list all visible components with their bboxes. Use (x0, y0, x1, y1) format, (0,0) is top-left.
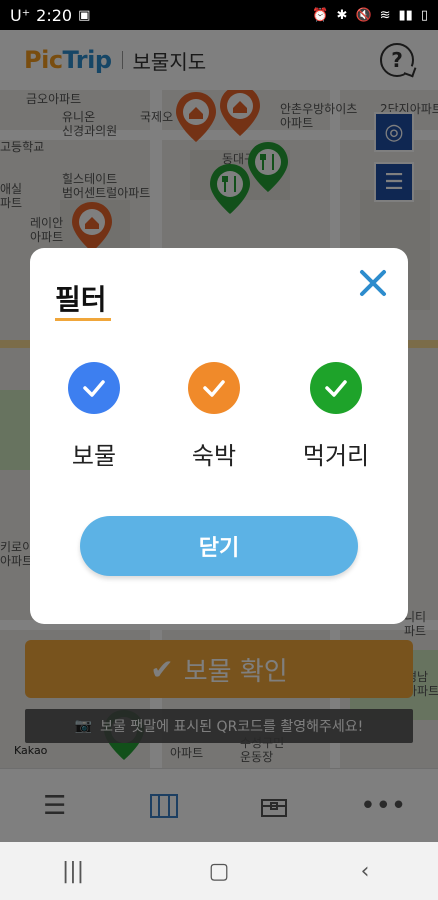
dialog-close-button[interactable]: 닫기 (80, 516, 358, 576)
filter-label-food: 먹거리 (302, 442, 370, 470)
lodging-check-icon[interactable] (188, 362, 240, 414)
treasure-check-icon[interactable] (68, 362, 120, 414)
status-time: 2:20 (36, 5, 73, 25)
home-icon[interactable]: ▢ (189, 851, 249, 891)
system-nav: ||| ▢ ‹ (0, 842, 438, 900)
signal-icon: ▮▮ (398, 7, 413, 23)
filter-label-lodging: 숙박 (191, 442, 237, 470)
image-notification-icon: ▣ (78, 7, 91, 23)
title-underline (55, 318, 111, 321)
filter-option-lodging[interactable]: 숙박 (164, 362, 264, 471)
wifi-icon: ≋ (379, 7, 391, 23)
back-icon[interactable]: ‹ (335, 851, 395, 891)
filter-label-treasure: 보물 (71, 442, 117, 470)
battery-icon: ▯ (420, 7, 428, 23)
alarm-icon: ⏰ (312, 7, 329, 23)
filter-option-food[interactable]: 먹거리 (286, 362, 386, 471)
filter-dialog: 필터 보물 숙박 먹거리 닫기 (30, 248, 408, 624)
mute-icon: 🔇 (355, 7, 372, 23)
dialog-title: 필터 (55, 283, 107, 316)
bluetooth-icon: ✱ (336, 7, 348, 23)
filter-option-treasure[interactable]: 보물 (44, 362, 144, 471)
food-check-icon[interactable] (310, 362, 362, 414)
close-icon[interactable] (356, 266, 390, 300)
carrier-label: U⁺ (10, 5, 31, 25)
status-bar: U⁺ 2:20 ▣ ⏰ ✱ 🔇 ≋ ▮▮ ▯ (0, 0, 438, 30)
recent-apps-icon[interactable]: ||| (43, 851, 103, 891)
